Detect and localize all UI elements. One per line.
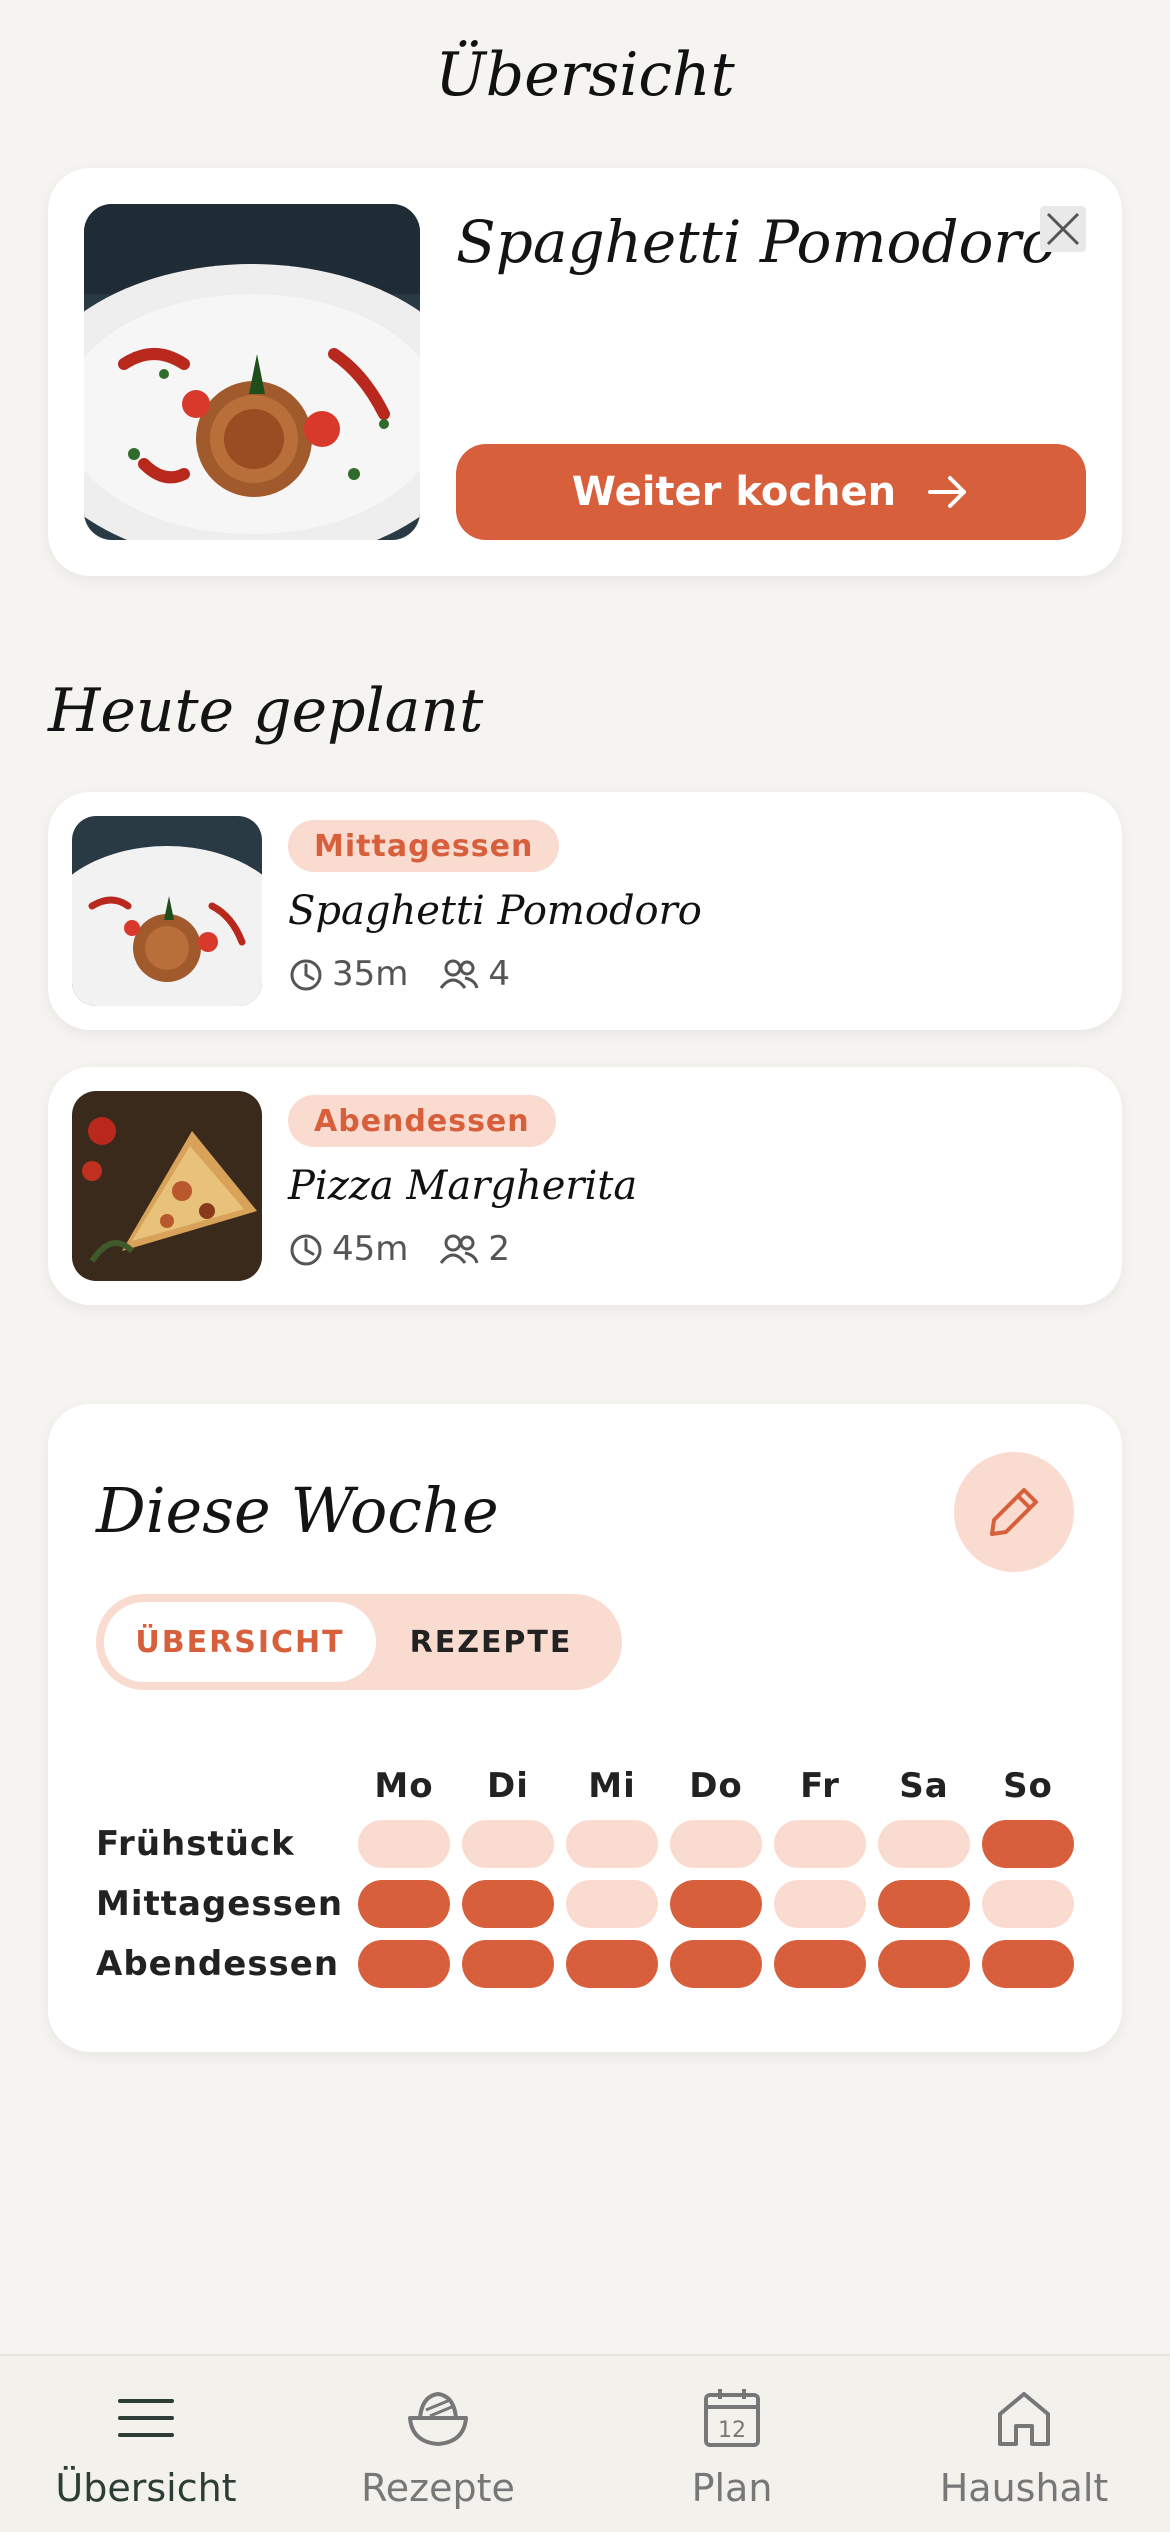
- week-cell-Do[interactable]: [670, 1820, 762, 1868]
- tab-overview-nav[interactable]: Übersicht: [26, 2386, 266, 2510]
- week-cell-Mi[interactable]: [566, 1880, 658, 1928]
- today-section-title: Heute geplant: [48, 676, 484, 746]
- meal-time: 35m: [332, 954, 409, 994]
- day-label: Di: [487, 1766, 529, 1806]
- week-cells: [358, 1940, 1074, 1988]
- meal-servings: 2: [488, 1229, 511, 1269]
- tab-bar: Übersicht Rezepte 12 Plan Haushalt: [0, 2354, 1170, 2532]
- week-card: Diese Woche ÜBERSICHT REZEPTE Mo Di Mi D…: [48, 1404, 1122, 2052]
- week-cells: [358, 1880, 1074, 1928]
- tab-label: Übersicht: [55, 2466, 237, 2510]
- page-title: Übersicht: [435, 40, 735, 110]
- meal-type-badge: Mittagessen: [288, 820, 560, 872]
- pizza-photo: [72, 1091, 262, 1281]
- close-button[interactable]: [1040, 206, 1086, 252]
- week-cell-Mi[interactable]: [566, 1940, 658, 1988]
- week-cell-Fr[interactable]: [774, 1820, 866, 1868]
- week-day-headers: Mo Di Mi Do Fr Sa So: [358, 1766, 1074, 1806]
- tab-plan-nav[interactable]: 12 Plan: [612, 2386, 852, 2510]
- week-cell-Fr[interactable]: [774, 1880, 866, 1928]
- week-title: Diese Woche: [96, 1474, 499, 1547]
- meal-meta: 45m 2: [288, 1229, 510, 1269]
- week-cell-Mo[interactable]: [358, 1880, 450, 1928]
- week-cell-Mi[interactable]: [566, 1820, 658, 1868]
- week-row: Frühstück: [96, 1820, 1074, 1868]
- day-label: Fr: [800, 1766, 840, 1806]
- day-label: Do: [689, 1766, 743, 1806]
- meal-row-label: Frühstück: [96, 1824, 295, 1864]
- day-label: Mi: [588, 1766, 636, 1806]
- tab-label: Haushalt: [939, 2466, 1109, 2510]
- week-cell-Di[interactable]: [462, 1940, 554, 1988]
- week-cell-Do[interactable]: [670, 1940, 762, 1988]
- week-row: Mittagessen: [96, 1880, 1074, 1928]
- week-cell-So[interactable]: [982, 1940, 1074, 1988]
- timer-icon: [288, 1231, 324, 1267]
- calendar-icon: 12: [612, 2386, 852, 2450]
- tab-recipes[interactable]: REZEPTE: [376, 1602, 606, 1682]
- meal-type-badge: Abendessen: [288, 1095, 556, 1147]
- week-view-toggle[interactable]: ÜBERSICHT REZEPTE: [96, 1594, 622, 1690]
- continue-cooking-button[interactable]: Weiter kochen: [456, 444, 1086, 540]
- meal-name: Spaghetti Pomodoro: [288, 888, 702, 934]
- continue-cooking-label: Weiter kochen: [571, 469, 897, 515]
- week-cell-So[interactable]: [982, 1880, 1074, 1928]
- week-cells: [358, 1820, 1074, 1868]
- week-cell-Mo[interactable]: [358, 1940, 450, 1988]
- timer-icon: [288, 956, 324, 992]
- meal-row-label: Abendessen: [96, 1944, 340, 1984]
- week-cell-Sa[interactable]: [878, 1940, 970, 1988]
- people-icon: [438, 1231, 480, 1267]
- continue-recipe-title: Spaghetti Pomodoro: [456, 208, 1057, 276]
- week-cell-So[interactable]: [982, 1820, 1074, 1868]
- arrow-right-icon: [928, 476, 967, 508]
- home-icon: [904, 2386, 1144, 2450]
- calendar-icon-number: 12: [718, 2418, 746, 2443]
- week-cell-Sa[interactable]: [878, 1820, 970, 1868]
- tab-recipes-nav[interactable]: Rezepte: [318, 2386, 558, 2510]
- pencil-icon: [990, 1488, 1038, 1536]
- meal-name: Pizza Margherita: [288, 1163, 638, 1209]
- week-cell-Di[interactable]: [462, 1880, 554, 1928]
- day-label: Sa: [899, 1766, 949, 1806]
- tab-household-nav[interactable]: Haushalt: [904, 2386, 1144, 2510]
- week-row: Abendessen: [96, 1940, 1074, 1988]
- meal-row-label: Mittagessen: [96, 1884, 344, 1924]
- meal-card[interactable]: Abendessen Pizza Margherita 45m 2: [48, 1067, 1122, 1305]
- tab-label: Plan: [691, 2466, 773, 2510]
- meal-time: 45m: [332, 1229, 409, 1269]
- week-cell-Mo[interactable]: [358, 1820, 450, 1868]
- people-icon: [438, 956, 480, 992]
- tab-overview[interactable]: ÜBERSICHT: [104, 1602, 376, 1682]
- menu-icon: [26, 2386, 266, 2450]
- meal-meta: 35m 4: [288, 954, 510, 994]
- week-cell-Di[interactable]: [462, 1820, 554, 1868]
- spaghetti-photo: [72, 816, 262, 1006]
- edit-week-button[interactable]: [954, 1452, 1074, 1572]
- week-cell-Do[interactable]: [670, 1880, 762, 1928]
- day-label: Mo: [374, 1766, 434, 1806]
- week-cell-Fr[interactable]: [774, 1940, 866, 1988]
- day-label: So: [1003, 1766, 1053, 1806]
- week-cell-Sa[interactable]: [878, 1880, 970, 1928]
- tab-label: Rezepte: [361, 2466, 515, 2510]
- bowl-icon: [318, 2386, 558, 2450]
- meal-card[interactable]: Mittagessen Spaghetti Pomodoro 35m 4: [48, 792, 1122, 1030]
- continue-cooking-card[interactable]: Spaghetti Pomodoro Weiter kochen: [48, 168, 1122, 576]
- spaghetti-photo: [84, 204, 420, 540]
- meal-servings: 4: [488, 954, 511, 994]
- close-icon: [1046, 212, 1080, 246]
